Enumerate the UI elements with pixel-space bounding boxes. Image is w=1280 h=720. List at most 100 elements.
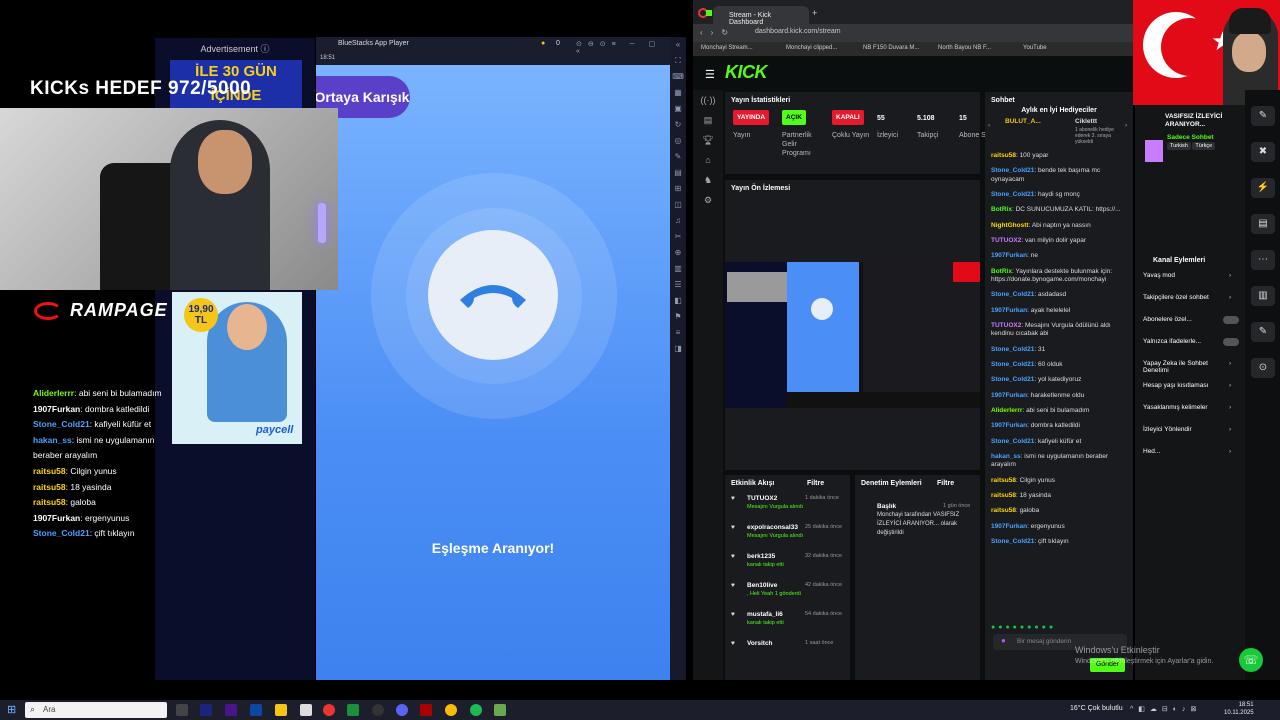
opera-taskbar-icon[interactable]	[323, 704, 335, 716]
system-tray-icons[interactable]: ^◧☁⊟◐♪⊠	[1130, 705, 1201, 713]
bluestacks-screen[interactable]: Ortaya Karışık Eşleşme Aranıyor!	[316, 65, 670, 680]
chat-username[interactable]: 1907Furkan	[991, 252, 1027, 259]
event-item[interactable]: ♥ mustafa_li6 kanalı takip etti 54 dakika ö…	[731, 610, 844, 639]
chat-message[interactable]: Stone_Cold21: 60 olduk	[991, 361, 1127, 370]
photoshop-icon[interactable]	[250, 704, 262, 716]
chat-message[interactable]: 1907Furkan: haraketlenme oldu	[991, 392, 1127, 401]
bookmark-4[interactable]: YouTube	[1023, 45, 1047, 51]
taskbar-search[interactable]: ⌕ Ara	[25, 702, 167, 718]
chat-username[interactable]: raitsu58	[991, 477, 1016, 484]
bookmark-3[interactable]: North Bayou NB F...	[938, 45, 991, 51]
chat-username[interactable]: raitsu58	[991, 492, 1016, 499]
chat-username[interactable]: BotRix	[991, 206, 1012, 213]
gifters-prev[interactable]: ‹	[988, 122, 990, 129]
bluestacks-sidebar[interactable]: «⛶ ⌨ ▦ ▣ ↻ ◎ ✎ ▤ ⊞ ◫ ♫ ✂ ⊕ ▥ ☰ ◧ ⚑ ≡ ◨	[670, 37, 686, 680]
event-item[interactable]: ♥ berk1235 kanalı takip etti 32 dakika önce	[731, 552, 844, 581]
chat-message[interactable]: Aliderlerrr: abi seni bi bulamadım	[991, 407, 1127, 416]
chat-username[interactable]: 1907Furkan	[991, 307, 1027, 314]
obs-icon[interactable]	[372, 704, 384, 716]
chat-message[interactable]: Stone_Cold21: yol katediyoruz	[991, 376, 1127, 385]
channel-action[interactable]: Yalnızca ifadelerle...	[1143, 338, 1239, 360]
notepad-icon[interactable]	[300, 704, 312, 716]
taskbar-clock[interactable]: 18:51 10.11.2025	[1224, 701, 1254, 717]
tab-kick-dashboard[interactable]: Stream - Kick Dashboard	[713, 6, 809, 26]
event-item[interactable]: ♥ Vorsitch 1 saat önce	[731, 639, 844, 668]
toggle-switch[interactable]	[1223, 316, 1239, 324]
chat-message[interactable]: BotRix: DC SUNUCUMUZA KATIL: https://...	[991, 206, 1127, 215]
chat-username[interactable]: Stone_Cold21	[991, 538, 1034, 545]
channel-action[interactable]: Hesap yaşı kısıtlaması ›	[1143, 382, 1235, 404]
tag-0[interactable]: Turkish	[1167, 142, 1191, 150]
chat-username[interactable]: TUTUOX2	[991, 237, 1021, 244]
chat-username[interactable]: Aliderlerrr	[991, 407, 1022, 414]
kick-logo[interactable]: KICK	[725, 62, 768, 83]
chat-username[interactable]: Stone_Cold21	[991, 376, 1034, 383]
chat-message[interactable]: TUTUOX2: van milyin dolir yapar	[991, 237, 1127, 246]
toggle-switch[interactable]	[1223, 338, 1239, 346]
chat-username[interactable]: hakan_ss	[991, 453, 1021, 460]
channel-action[interactable]: İzleyici Yönlendir ›	[1143, 426, 1235, 448]
kick-sidebar[interactable]: ((·)) ▤ 🏆︎ ⌂ ♞ ⚙	[693, 90, 723, 680]
chat-message[interactable]: Stone_Cold21: bende tek başıma mc oynaya…	[991, 167, 1127, 184]
hamburger-menu-icon[interactable]: ☰	[705, 68, 715, 81]
chat-message[interactable]: raitsu58: 18 yasinda	[991, 492, 1127, 501]
chat-message[interactable]: raitsu58: Cilgin yunus	[991, 477, 1127, 486]
weather-widget[interactable]: 16°C Çok bulutlu	[1070, 705, 1123, 712]
app-icon-2[interactable]	[420, 704, 432, 716]
chat-message[interactable]: hakan_ss: ismi ne uygulamanın beraber ar…	[991, 453, 1127, 470]
chrome-icon[interactable]	[445, 704, 457, 716]
chat-message[interactable]: 1907Furkan: ayak helelelel	[991, 307, 1127, 316]
paycell-ad[interactable]: 19,90 TL paycell	[172, 292, 302, 444]
chat-username[interactable]: raitsu58	[991, 507, 1016, 514]
bookmark-2[interactable]: NB F150 Duvara M...	[863, 45, 919, 51]
bluestacks-icon[interactable]	[494, 704, 506, 716]
spotify-icon[interactable]	[470, 704, 482, 716]
chat-message[interactable]: NightGhostt: Abi naptın ya nassın	[991, 222, 1127, 231]
new-tab-button[interactable]: +	[812, 8, 817, 18]
chat-message[interactable]: Stone_Cold21: haydi sg monç	[991, 191, 1127, 200]
event-item[interactable]: ♥ Ben10live, Heli Yeah 1 gönderdi 42 dakik…	[731, 581, 844, 610]
call-button[interactable]	[428, 230, 558, 360]
channel-action[interactable]: Abonelere özel...	[1143, 316, 1239, 338]
tool-sidebar[interactable]: ✎ ✖ ⚡ ▤ ⋯ ▥ ✎ ⊙	[1245, 90, 1280, 680]
chat-username[interactable]: TUTUOX2	[991, 322, 1021, 329]
chat-username[interactable]: 1907Furkan	[991, 422, 1027, 429]
task-view-icon[interactable]	[176, 704, 188, 716]
channel-action[interactable]: Takipçilere özel sohbet ›	[1143, 294, 1235, 316]
file-explorer-icon[interactable]	[275, 704, 287, 716]
emote-bar[interactable]: ●●●●●●●●●	[991, 624, 1127, 632]
app-icon[interactable]	[225, 704, 237, 716]
chat-username[interactable]: Stone_Cold21	[991, 438, 1034, 445]
gifters-next[interactable]: ›	[1125, 122, 1127, 129]
support-chat-icon[interactable]: ☏	[1239, 648, 1263, 672]
discord-icon[interactable]	[396, 704, 408, 716]
premiere-icon[interactable]	[200, 704, 212, 716]
chat-username[interactable]: NightGhostt	[991, 222, 1029, 229]
mod-filter[interactable]: Filtre	[937, 480, 954, 487]
bookmark-0[interactable]: Monchayi Stream...	[701, 45, 753, 51]
chat-username[interactable]: Stone_Cold21	[991, 167, 1034, 174]
channel-action[interactable]: Hed... ›	[1143, 448, 1235, 470]
channel-action[interactable]: Yapay Zeka ile Sohbet Denetimi ›	[1143, 360, 1235, 382]
chat-message[interactable]: BotRix: Yayınlara destekte bulunmak için…	[991, 268, 1127, 285]
stream-preview-video[interactable]	[725, 262, 980, 408]
channel-action[interactable]: Yasaklanmış kelimeler ›	[1143, 404, 1235, 426]
mic-icon[interactable]: ●	[1001, 636, 1006, 645]
events-filter[interactable]: Filtre	[807, 480, 824, 487]
windows-start-icon[interactable]: ⊞	[7, 703, 16, 716]
event-item[interactable]: ♥ expolraconsal33 Mesajını Vurgula alındı 2…	[731, 523, 844, 552]
chat-username[interactable]: raitsu58	[991, 152, 1016, 159]
chat-username[interactable]: Stone_Cold21	[991, 291, 1034, 298]
chat-message[interactable]: Stone_Cold21: 31	[991, 346, 1127, 355]
chat-message[interactable]: Stone_Cold21: kafiyeli küfür et	[991, 438, 1127, 447]
bookmark-1[interactable]: Monchayi clipped...	[786, 45, 837, 51]
chat-message[interactable]: 1907Furkan: ergenyunus	[991, 523, 1127, 532]
chat-username[interactable]: Stone_Cold21	[991, 191, 1034, 198]
channel-action[interactable]: Yavaş mod ›	[1143, 272, 1235, 294]
chat-username[interactable]: 1907Furkan	[991, 523, 1027, 530]
chat-message[interactable]: Stone_Cold21: asdadasd	[991, 291, 1127, 300]
nav-buttons[interactable]: ‹›↻	[700, 28, 736, 37]
chat-message[interactable]: raitsu58: galoba	[991, 507, 1127, 516]
chat-username[interactable]: Stone_Cold21	[991, 346, 1034, 353]
xbox-icon[interactable]	[347, 704, 359, 716]
